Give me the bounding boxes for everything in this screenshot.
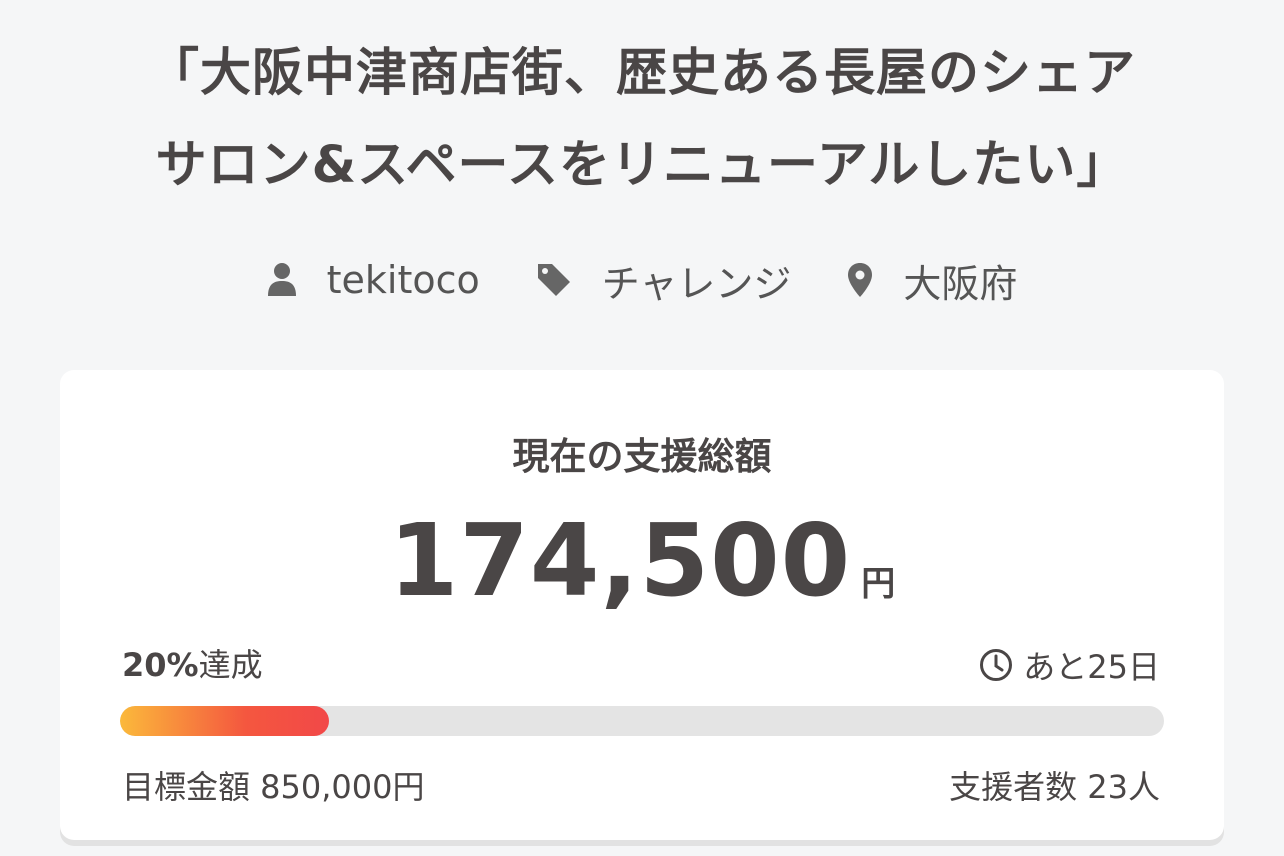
tag-icon: [537, 264, 570, 296]
project-title-line1: 「大阪中津商店街、歴史ある長屋のシェア: [147, 44, 1136, 103]
achievement-suffix: 達成: [198, 646, 263, 684]
remaining-text: あと25日: [1023, 648, 1160, 686]
project-meta: tekitoco チャレンジ 大阪府: [0, 250, 1284, 310]
amount-value: 174,500: [388, 502, 852, 619]
category-name: チャレンジ: [601, 261, 792, 306]
person-icon: [267, 263, 296, 296]
category-link[interactable]: チャレンジ: [536, 253, 792, 308]
achievement-rate: 20%達成: [122, 640, 263, 686]
clock-icon: [980, 649, 1013, 681]
backer-count: 支援者数 23人: [949, 768, 1160, 806]
location-link[interactable]: 大阪府: [847, 253, 1017, 308]
funding-label: 現在の支援総額: [512, 435, 772, 478]
location-name: 大阪府: [903, 261, 1018, 306]
project-title: 「大阪中津商店街、歴史ある長屋のシェア サロン&スペースをリニューアルしたい」: [0, 28, 1284, 212]
owner-link[interactable]: tekitoco: [267, 258, 480, 302]
project-title-line2: サロン&スペースをリニューアルしたい」: [155, 136, 1129, 195]
progress-fill: [120, 706, 329, 736]
amount-unit: 円: [861, 564, 896, 604]
achievement-percent: 20%: [122, 646, 199, 684]
map-pin-icon: [848, 263, 873, 297]
funding-amount: 174,500 円: [60, 502, 1224, 619]
remaining-days: あと25日: [979, 642, 1160, 688]
goal-amount: 目標金額 850,000円: [122, 768, 425, 806]
progress-bar: [120, 706, 1164, 736]
owner-name: tekitoco: [326, 258, 480, 302]
funding-card: 現在の支援総額 174,500 円 20%達成 あと25日 目標金額 850,0…: [60, 370, 1224, 840]
